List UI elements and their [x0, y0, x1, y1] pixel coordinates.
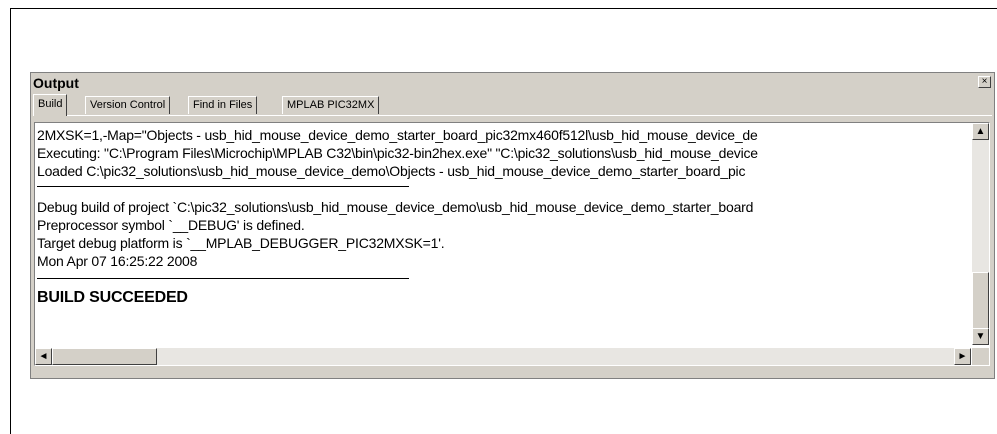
- window-border-top: [10, 8, 997, 9]
- horizontal-scrollbar[interactable]: ◄ ►: [35, 348, 971, 365]
- scrollbar-corner: [972, 348, 989, 365]
- scroll-up-icon[interactable]: ▲: [972, 123, 989, 140]
- tab-divider: [33, 115, 992, 116]
- log-line: Loaded C:\pic32_solutions\usb_hid_mouse_…: [37, 163, 746, 179]
- window-border-left: [10, 8, 11, 434]
- vertical-scroll-thumb[interactable]: [972, 272, 989, 329]
- tab-version-control[interactable]: Version Control: [85, 96, 171, 114]
- log-line: Mon Apr 07 16:25:22 2008: [37, 253, 198, 269]
- log-line: 2MXSK=1,-Map="Objects - usb_hid_mouse_de…: [37, 127, 758, 143]
- log-line: Executing: "C:\Program Files\Microchip\M…: [37, 145, 758, 161]
- close-icon[interactable]: ×: [978, 76, 991, 88]
- log-separator: [37, 278, 409, 279]
- build-result: BUILD SUCCEEDED: [37, 289, 188, 306]
- output-panel: Output × Build Version Control Find in F…: [30, 72, 995, 379]
- tab-mplab-pic32mx[interactable]: MPLAB PIC32MX: [282, 96, 380, 114]
- output-text-area[interactable]: 2MXSK=1,-Map="Objects - usb_hid_mouse_de…: [34, 122, 990, 366]
- panel-title: Output: [33, 75, 79, 91]
- scroll-down-icon[interactable]: ▼: [972, 328, 989, 345]
- tab-build[interactable]: Build: [33, 94, 68, 116]
- output-tabs: Build Version Control Find in Files MPLA…: [33, 94, 633, 116]
- log-separator: [37, 186, 409, 187]
- log-line: Debug build of project `C:\pic32_solutio…: [37, 199, 754, 215]
- output-titlebar: Output ×: [31, 73, 994, 93]
- vertical-scrollbar[interactable]: ▲ ▼: [972, 123, 989, 345]
- scroll-left-icon[interactable]: ◄: [35, 348, 52, 365]
- build-log: 2MXSK=1,-Map="Objects - usb_hid_mouse_de…: [35, 126, 971, 344]
- log-line: Target debug platform is `__MPLAB_DEBUGG…: [37, 235, 445, 251]
- horizontal-scroll-thumb[interactable]: [52, 348, 157, 365]
- scroll-right-icon[interactable]: ►: [954, 348, 971, 365]
- log-line: Preprocessor symbol `__DEBUG' is defined…: [37, 217, 305, 233]
- tab-find-in-files[interactable]: Find in Files: [188, 96, 258, 114]
